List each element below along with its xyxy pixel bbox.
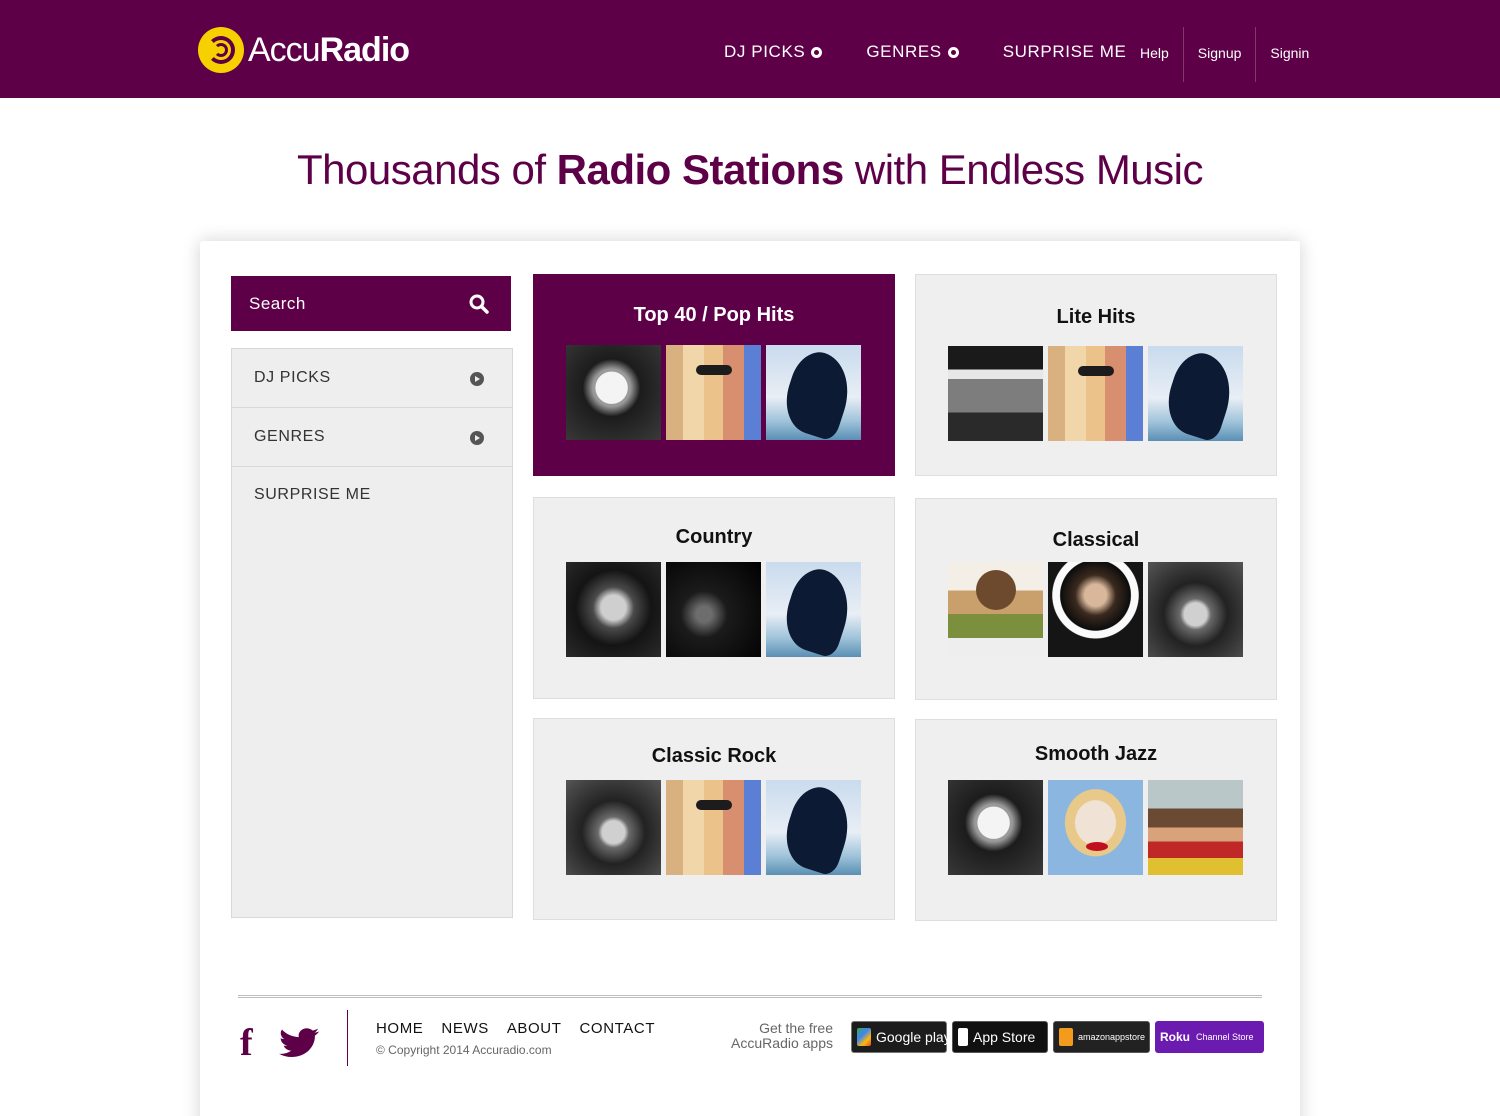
nav-surprise-me[interactable]: SURPRISE ME: [1003, 42, 1127, 62]
station-card-country[interactable]: Country: [533, 497, 895, 699]
artist-thumbnail: [1048, 562, 1143, 657]
facebook-icon[interactable]: f: [240, 1021, 266, 1065]
artist-thumbnail: [1148, 346, 1243, 441]
logo-icon: [198, 27, 244, 73]
station-card-classic-rock[interactable]: Classic Rock: [533, 718, 895, 920]
artist-thumbnail: [1148, 562, 1243, 657]
logo-text-bold: Radio: [319, 31, 410, 69]
phone-icon: [958, 1028, 968, 1046]
footer-link-home[interactable]: HOME: [376, 1020, 423, 1037]
roku-icon: Roku: [1160, 1030, 1190, 1044]
footer-separator: [347, 1010, 348, 1066]
nav-genres[interactable]: GENRES: [866, 42, 959, 62]
footer-divider: [238, 995, 1262, 998]
account-links: Help Signup Signin: [1126, 27, 1323, 82]
artist-thumbnail: [948, 780, 1043, 875]
station-title: Classic Rock: [651, 745, 777, 767]
artist-thumbnail: [566, 780, 661, 875]
nav-dj-picks[interactable]: DJ PICKS: [724, 42, 823, 62]
twitter-icon[interactable]: [278, 1028, 320, 1058]
artist-thumbnail: [1048, 346, 1143, 441]
site-header: AccuRadio DJ PICKS GENRES SURPRISE ME He…: [0, 0, 1500, 98]
signup-link[interactable]: Signup: [1182, 27, 1256, 82]
station-card-top40[interactable]: Top 40 / Pop Hits: [533, 274, 895, 476]
main-panel: DJ PICKS GENRES SURPRISE ME Top 40 / Pop…: [200, 241, 1300, 1116]
station-card-lite-hits[interactable]: Lite Hits: [915, 274, 1277, 476]
search-input[interactable]: [249, 293, 449, 314]
roku-channel-badge[interactable]: Roku Channel Store: [1155, 1021, 1264, 1053]
artist-thumbnail: [1048, 780, 1143, 875]
dropdown-icon: [947, 46, 959, 58]
station-title: Classical: [1052, 529, 1140, 551]
artist-thumbnail: [766, 345, 861, 440]
artist-thumbnail: [566, 562, 661, 657]
dropdown-icon: [811, 46, 823, 58]
station-title: Smooth Jazz: [1034, 743, 1158, 765]
station-title: Country: [675, 526, 753, 548]
amazon-icon: [1059, 1028, 1073, 1046]
sidebar-nav: DJ PICKS GENRES SURPRISE ME: [231, 348, 513, 918]
signin-link[interactable]: Signin: [1255, 27, 1323, 82]
search-icon[interactable]: [469, 294, 489, 314]
artist-thumbnail: [666, 780, 761, 875]
station-title: Lite Hits: [1056, 306, 1136, 328]
top-nav: DJ PICKS GENRES SURPRISE ME: [724, 42, 1170, 62]
station-card-smooth-jazz[interactable]: Smooth Jazz: [915, 719, 1277, 921]
sidebar-item-dj-picks[interactable]: DJ PICKS: [232, 349, 512, 408]
artist-thumbnail: [1148, 780, 1243, 875]
copyright: © Copyright 2014 Accuradio.com: [376, 1043, 552, 1057]
artist-thumbnail: [766, 562, 861, 657]
social-links: f: [240, 1021, 320, 1065]
app-store-badge[interactable]: App Store: [952, 1021, 1048, 1053]
artist-thumbnail: [948, 562, 1043, 657]
help-link[interactable]: Help: [1126, 27, 1183, 82]
get-apps-text: Get the free AccuRadio apps: [731, 1020, 833, 1051]
station-card-classical[interactable]: Classical: [915, 498, 1277, 700]
accuradio-logo[interactable]: AccuRadio: [198, 26, 410, 74]
artist-thumbnail: [566, 345, 661, 440]
hero-heading: Thousands of Radio Stations with Endless…: [297, 146, 1204, 193]
artist-thumbnail: [766, 780, 861, 875]
footer-nav: HOME NEWS ABOUT CONTACT: [376, 1020, 673, 1037]
search-box: [231, 276, 511, 331]
app-badges: Google play App Store amazonappstore Rok…: [851, 1021, 1269, 1053]
station-title: Top 40 / Pop Hits: [633, 304, 795, 326]
artist-thumbnail: [666, 562, 761, 657]
footer-link-about[interactable]: ABOUT: [507, 1020, 562, 1037]
artist-thumbnail: [666, 345, 761, 440]
sidebar-item-genres[interactable]: GENRES: [232, 408, 512, 467]
sidebar-item-surprise-me[interactable]: SURPRISE ME: [232, 467, 512, 523]
play-icon: [470, 431, 484, 445]
google-play-icon: [857, 1028, 871, 1046]
amazon-appstore-badge[interactable]: amazonappstore: [1053, 1021, 1150, 1053]
artist-thumbnail: [948, 346, 1043, 441]
google-play-badge[interactable]: Google play: [851, 1021, 951, 1053]
play-icon: [470, 372, 484, 386]
footer-link-contact[interactable]: CONTACT: [580, 1020, 656, 1037]
logo-text-light: Accu: [248, 31, 321, 69]
footer-link-news[interactable]: NEWS: [441, 1020, 488, 1037]
